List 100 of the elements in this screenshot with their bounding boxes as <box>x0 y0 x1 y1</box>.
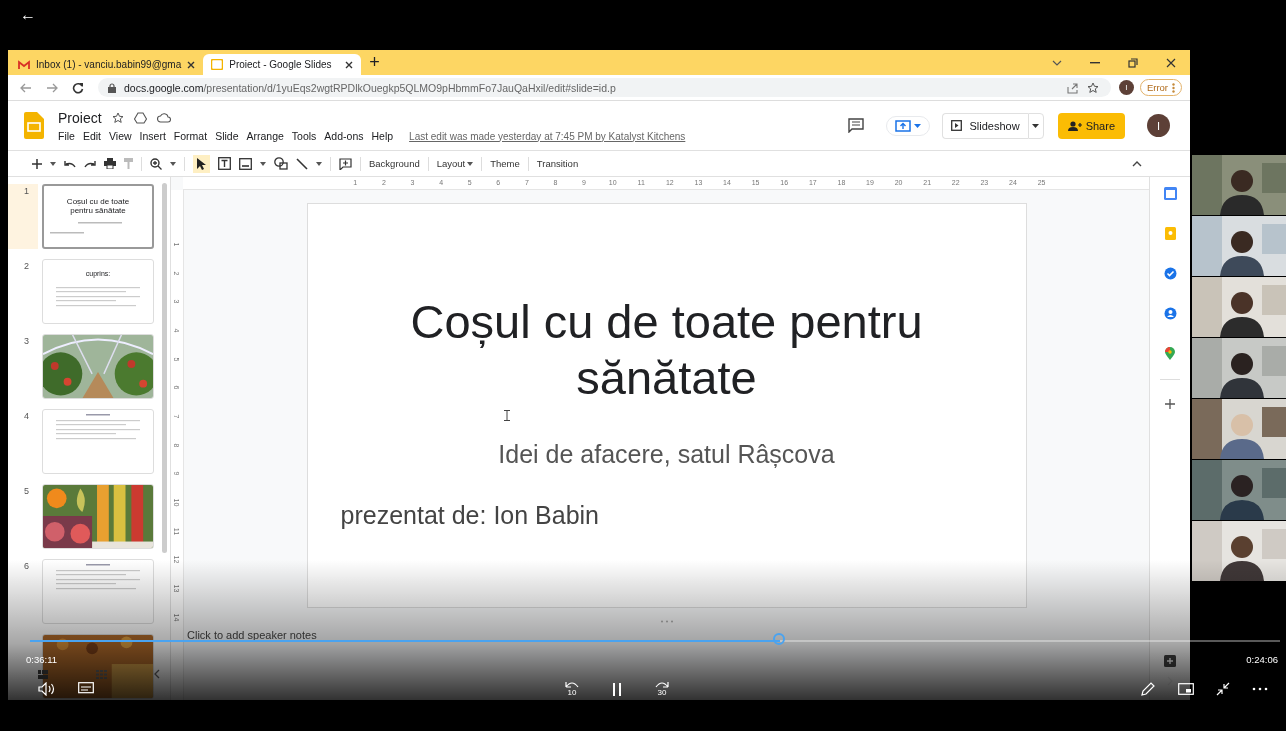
browser-tab[interactable]: Proiect - Google Slides <box>203 54 362 75</box>
map-pin-icon[interactable] <box>1165 347 1175 360</box>
menu-item[interactable]: Format <box>173 129 208 142</box>
close-icon[interactable] <box>1166 57 1176 68</box>
menu-item[interactable]: Tools <box>291 129 317 142</box>
browser-tab[interactable]: Inbox (1) - vanciu.babin99@gma <box>10 54 204 75</box>
text-box-icon[interactable] <box>218 157 231 170</box>
slide-number: 2 <box>24 260 30 271</box>
skip-forward-button[interactable]: 30 <box>654 681 670 697</box>
notes-icon[interactable] <box>1164 655 1176 667</box>
pen-icon[interactable] <box>1140 681 1156 697</box>
speaker-notes-field[interactable]: Click to add speaker notes <box>187 629 317 641</box>
scrollbar-thumb[interactable] <box>162 183 167 553</box>
zoom-icon[interactable] <box>150 157 162 170</box>
redo-icon[interactable] <box>84 159 96 168</box>
slide-presenter: prezentat de: Ion Babin <box>340 501 600 530</box>
resize-handle-icon[interactable] <box>659 620 674 623</box>
caret-icon[interactable] <box>316 161 322 166</box>
slide-number: 6 <box>24 560 30 571</box>
skip-back-button[interactable]: 10 <box>564 681 580 697</box>
caret-icon <box>467 161 474 166</box>
last-edit-link[interactable]: Last edit was made yesterday at 7:45 PM by Katalyst Kitchens <box>409 130 686 142</box>
play-pause-button[interactable] <box>612 682 622 696</box>
collapse-icon[interactable] <box>1132 160 1142 167</box>
add-comment-icon[interactable] <box>339 157 352 170</box>
toolbar-button[interactable]: Layout <box>436 158 474 169</box>
tasks-icon[interactable] <box>1163 267 1177 280</box>
user-avatar[interactable]: I <box>1147 114 1170 137</box>
lock-icon <box>108 82 116 93</box>
star-icon[interactable] <box>1086 81 1099 94</box>
shape-icon[interactable] <box>274 157 288 170</box>
minimize-icon[interactable] <box>1090 61 1100 64</box>
new-tab-button[interactable]: + <box>369 52 380 73</box>
reload-icon[interactable] <box>72 81 84 94</box>
contacts-icon[interactable] <box>1163 307 1177 320</box>
menu-item[interactable]: Insert <box>139 129 166 142</box>
toolbar-button[interactable]: Theme <box>490 158 520 169</box>
menu-item[interactable]: View <box>109 129 132 142</box>
undo-icon[interactable] <box>64 159 76 168</box>
slide-thumbnail[interactable] <box>42 409 154 474</box>
slide-thumbnail[interactable]: Coșul cu de toate pentru sănătate <box>42 184 154 249</box>
menu-item[interactable]: Edit <box>82 129 101 142</box>
url-path: /presentation/d/1yuEqs2wgtRPDlkOuegkp5QLMO9pHbmmFo7JauQaHxil/edit#slide=id.p <box>203 81 616 94</box>
slideshow-button[interactable]: Slideshow <box>941 112 1028 139</box>
progress-handle[interactable] <box>773 633 785 645</box>
forward-icon[interactable] <box>46 82 58 93</box>
calendar-icon[interactable] <box>1163 187 1177 200</box>
profile-avatar[interactable]: I <box>1118 80 1134 95</box>
menu-item[interactable]: Slide <box>215 129 239 142</box>
menu-item[interactable]: File <box>58 129 75 142</box>
slide-number: 1 <box>24 185 30 196</box>
cursor-icon <box>197 157 206 170</box>
slide-number: 4 <box>24 410 30 421</box>
more-icon[interactable] <box>1252 687 1268 691</box>
thumbnail-title: Coșul cu de toate pentru sănătate <box>65 198 131 216</box>
mail-icon <box>18 59 30 70</box>
line-icon[interactable] <box>296 157 308 170</box>
close-icon[interactable] <box>345 60 354 69</box>
menu-item[interactable]: Help <box>371 129 394 142</box>
star-icon[interactable] <box>111 111 124 124</box>
slideshow-dropdown[interactable] <box>1027 112 1044 139</box>
list-view-icon[interactable] <box>38 669 48 679</box>
toolbar-button[interactable]: Transition <box>536 158 579 169</box>
back-icon[interactable] <box>20 82 32 93</box>
text-cursor-icon <box>503 410 510 421</box>
back-button[interactable]: ← <box>20 0 36 30</box>
close-icon[interactable] <box>187 60 196 69</box>
toolbar-button[interactable]: Background <box>369 158 420 169</box>
select-tool[interactable] <box>193 154 210 173</box>
slide-number: 5 <box>24 485 30 496</box>
chevron-down-icon[interactable] <box>1052 59 1062 66</box>
miniplayer-icon[interactable] <box>1178 683 1194 695</box>
more-icon <box>1172 82 1175 93</box>
plus-icon[interactable] <box>32 158 42 169</box>
pause-icon <box>612 682 622 696</box>
share-button[interactable]: Share <box>1057 112 1125 139</box>
caret-icon[interactable] <box>170 161 176 166</box>
exit-fullscreen-icon[interactable] <box>1216 682 1230 696</box>
menu-item[interactable]: Add-ons <box>324 129 364 142</box>
cloud-icon[interactable] <box>156 112 171 123</box>
play-icon <box>950 120 962 131</box>
volume-icon[interactable] <box>38 682 56 696</box>
menu-item[interactable]: Arrange <box>246 129 284 142</box>
restore-icon[interactable] <box>1128 57 1138 68</box>
comment-icon[interactable] <box>847 118 864 133</box>
document-title[interactable]: Proiect <box>58 109 102 126</box>
caret-icon <box>913 123 921 128</box>
captions-icon[interactable] <box>78 682 94 696</box>
caret-icon[interactable] <box>260 161 266 166</box>
image-icon[interactable] <box>239 157 252 170</box>
share-icon[interactable] <box>1066 81 1079 94</box>
slide-thumbnail[interactable] <box>42 559 154 624</box>
plus-icon[interactable] <box>1165 399 1175 409</box>
chevron-left-icon[interactable] <box>154 669 160 679</box>
address-bar[interactable]: docs.google.com/presentation/d/1yuEqs2wgtRPDlkOuegkp5QLMO9pHbmmFo7JauQaHxil/edit#slide=id.p <box>98 78 1111 97</box>
slide[interactable]: Coșul cu de toate pentru sănătate Idei de afacere, satul Râșcova prezentat de: Ion Babin <box>306 203 1027 608</box>
caret-icon[interactable] <box>50 161 56 166</box>
url-host: docs.google.com <box>124 81 204 94</box>
print-icon[interactable] <box>104 158 116 169</box>
present-icon <box>894 119 911 132</box>
